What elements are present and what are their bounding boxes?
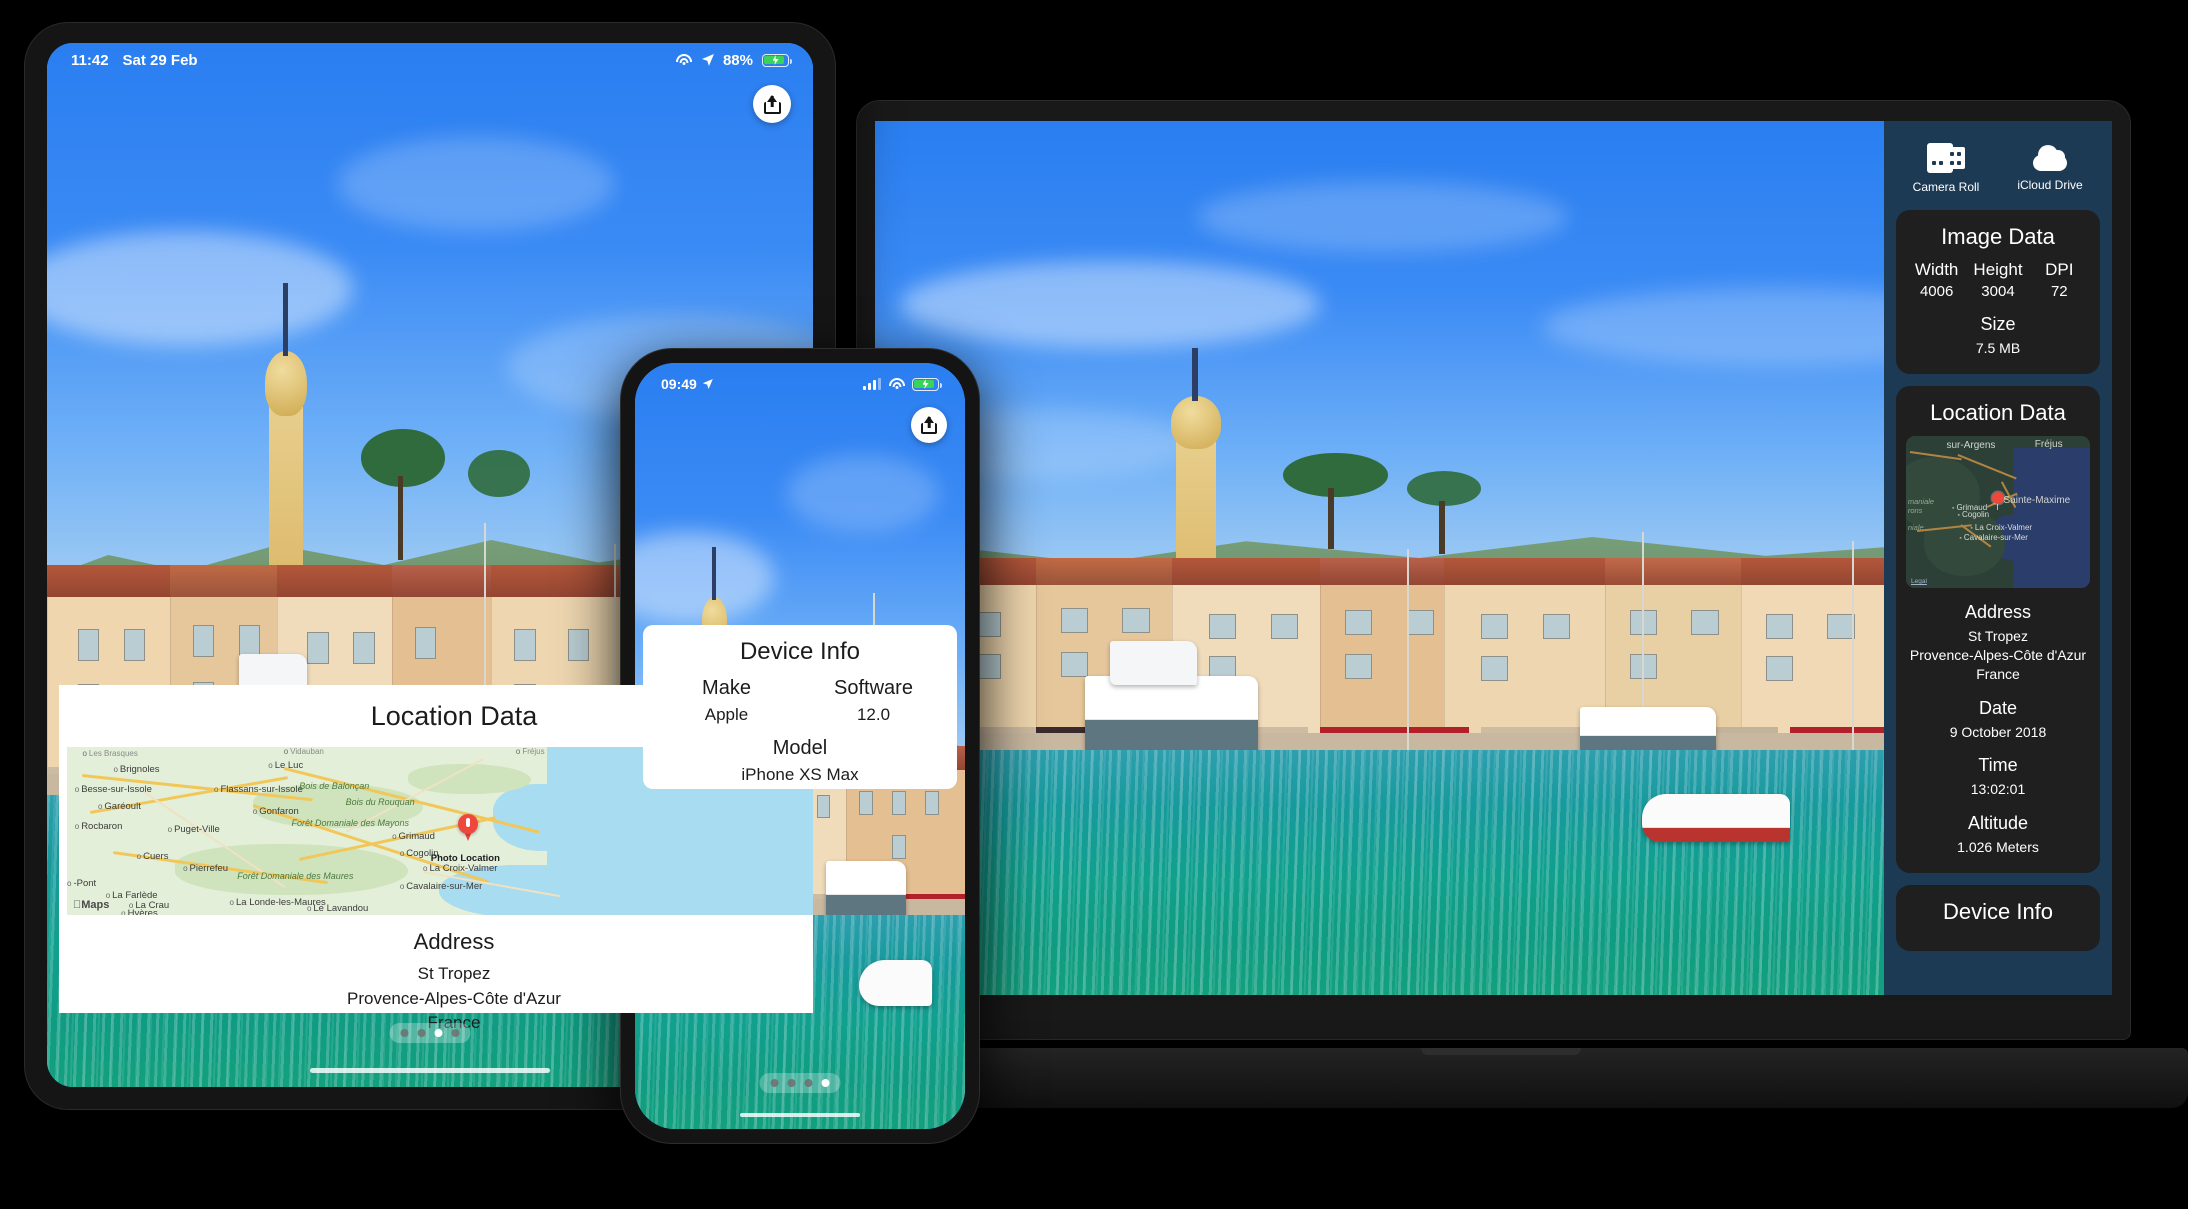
image-width-field: Width 4006 [1914, 260, 1959, 300]
metadata-sidebar: Camera Roll iCloud Drive Image Data Widt… [1884, 121, 2112, 995]
page-indicator-dots[interactable] [759, 1073, 841, 1093]
location-address-field: Address St Tropez Provence-Alpes-Côte d'… [1909, 601, 2087, 682]
macbook-screen: Camera Roll iCloud Drive Image Data Widt… [875, 121, 2112, 995]
status-date: Sat 29 Feb [122, 51, 198, 69]
share-icon [763, 94, 781, 114]
device-info-card: Device Info Make Apple Software 12.0 Mod… [643, 625, 957, 789]
page-dot-active[interactable] [434, 1029, 443, 1037]
share-button[interactable] [753, 85, 791, 123]
macbook-lid: Camera Roll iCloud Drive Image Data Widt… [856, 100, 2131, 1040]
source-label: iCloud Drive [2017, 178, 2083, 192]
film-roll-icon [1927, 143, 1965, 173]
page-indicator-dots[interactable] [389, 1023, 471, 1043]
cellular-signal-icon [863, 378, 881, 390]
device-make-field: Make Apple [702, 677, 751, 724]
share-button[interactable] [911, 407, 947, 443]
iphone-status-bar: 09:49 [635, 363, 965, 405]
location-date-field: Date 9 October 2018 [1949, 697, 2047, 740]
image-dpi-field: DPI 72 [2045, 260, 2074, 300]
macbook-base [814, 1048, 2188, 1108]
page-dot[interactable] [400, 1029, 409, 1037]
device-software-field: Software 12.0 [834, 677, 913, 724]
page-dot[interactable] [787, 1079, 796, 1087]
location-map-dark[interactable]: sur-Argens Fréjus Sainte-Maxime maniale … [1906, 435, 2090, 588]
location-altitude-field: Altitude 1.026 Meters [1957, 813, 2039, 856]
photo-location-pin [457, 814, 478, 842]
panel-title: Device Info [1942, 899, 2054, 925]
page-dot-active[interactable] [821, 1079, 830, 1087]
status-time: 11:42 [71, 51, 109, 69]
location-arrow-icon [702, 379, 713, 389]
battery-icon [762, 53, 792, 67]
apple-maps-attribution: Maps [73, 899, 109, 911]
location-arrow-icon [701, 54, 714, 66]
source-picker: Camera Roll iCloud Drive [1884, 121, 2112, 210]
status-battery-percent: 88% [722, 51, 753, 69]
page-dot[interactable] [417, 1029, 426, 1037]
image-size-field: Size 7.5 MB [1975, 314, 2021, 356]
wifi-icon [888, 378, 905, 390]
home-indicator[interactable] [740, 1113, 860, 1117]
source-icloud-drive[interactable]: iCloud Drive [2004, 143, 2096, 194]
panel-title: Image Data [1941, 224, 2055, 249]
device-info-panel: Device Info [1896, 885, 2100, 952]
page-dot[interactable] [451, 1029, 460, 1037]
card-title: Device Info [739, 638, 861, 665]
source-label: Camera Roll [1912, 180, 1980, 194]
panel-title: Location Data [1930, 399, 2066, 425]
battery-icon [912, 377, 942, 391]
source-camera-roll[interactable]: Camera Roll [1900, 143, 1992, 194]
photo-location-pin [1991, 492, 2004, 505]
page-dot[interactable] [804, 1079, 813, 1087]
status-time: 09:49 [661, 376, 697, 392]
address-line: St Tropez [417, 964, 491, 983]
location-data-panel: Location Data sur-Argens Fréjus Sainte-M… [1896, 385, 2100, 874]
macbook-device: Camera Roll iCloud Drive Image Data Widt… [814, 100, 2188, 1110]
device-showcase: Camera Roll iCloud Drive Image Data Widt… [0, 0, 2188, 1209]
page-dot[interactable] [770, 1079, 779, 1087]
address-label: Address [413, 929, 495, 954]
ipad-status-bar: 11:42 Sat 29 Feb 88% [47, 43, 813, 77]
photo-location-label: Photo Location [430, 852, 500, 864]
cloud-icon [2029, 143, 2071, 171]
location-time-field: Time 13:02:01 [1970, 755, 2026, 798]
device-model-field: Model iPhone XS Max [741, 737, 859, 784]
wifi-icon [676, 54, 693, 66]
map-legal-link[interactable]: Legal [1911, 578, 1927, 585]
home-indicator[interactable] [310, 1068, 550, 1073]
image-data-panel: Image Data Width 4006 Height 3004 DPI 72… [1896, 210, 2100, 374]
image-height-field: Height 3004 [1973, 260, 2023, 300]
address-line: Provence-Alpes-Côte d'Azur [347, 988, 561, 1008]
share-icon [921, 416, 937, 434]
